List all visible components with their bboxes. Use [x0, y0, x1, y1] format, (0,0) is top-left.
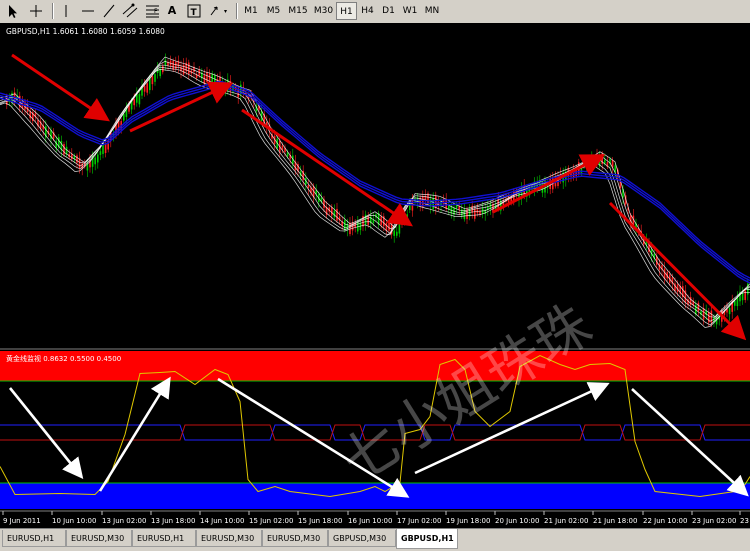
- vertical-line-icon[interactable]: [58, 2, 74, 20]
- arrows-icon[interactable]: [208, 2, 230, 20]
- chart-tab[interactable]: EURUSD,M30: [66, 530, 132, 547]
- chart-tabs-bar: EURUSD,H1 EURUSD,M30 EURUSD,H1 EURUSD,M30 EU…: [0, 528, 750, 551]
- chart-tab[interactable]: EURUSD,M30: [196, 530, 262, 547]
- timeframe-d1[interactable]: D1: [378, 2, 399, 20]
- time-axis-label: 13 Jun 18:00: [151, 517, 195, 525]
- fibonacci-icon[interactable]: F: [144, 2, 162, 20]
- timeframe-mn[interactable]: MN: [421, 2, 443, 20]
- crosshair-icon[interactable]: [28, 2, 44, 20]
- time-axis-label: 21 Jun 18:00: [593, 517, 637, 525]
- time-axis-label: 23 Jun 02:00: [692, 517, 736, 525]
- timeframe-m5[interactable]: M5: [262, 2, 285, 20]
- chart-tab[interactable]: EURUSD,H1: [132, 530, 196, 547]
- svg-text:T: T: [191, 8, 198, 18]
- timeframe-m1[interactable]: M1: [240, 2, 262, 20]
- time-axis-label: 9 Jun 2011: [3, 517, 41, 525]
- time-axis-label: 16 Jun 10:00: [348, 517, 392, 525]
- chart-tab[interactable]: EURUSD,H1: [2, 530, 66, 547]
- chart-tab[interactable]: EURUSD,M30: [262, 530, 328, 547]
- chart-tab-active[interactable]: GBPUSD,H1: [396, 529, 458, 549]
- time-axis-label: 13 Jun 02:00: [102, 517, 146, 525]
- trendline-icon[interactable]: [101, 2, 117, 20]
- price-pane: [0, 53, 750, 350]
- time-axis-label: 21 Jun 02:00: [544, 517, 588, 525]
- time-axis-label: 10 Jun 10:00: [52, 517, 96, 525]
- chart-tab[interactable]: GBPUSD,M30: [328, 530, 396, 547]
- timeframe-m30[interactable]: M30: [311, 2, 336, 20]
- watermark-text: 七小姐珠珠: [331, 292, 603, 496]
- horizontal-line-icon[interactable]: [80, 2, 96, 20]
- cursor-icon[interactable]: [4, 2, 20, 20]
- timeframe-m15[interactable]: M15: [285, 2, 311, 20]
- time-axis: 9 Jun 2011 10 Jun 10:00 13 Jun 02:00 13 Jun…: [0, 510, 750, 525]
- text-label-icon[interactable]: T: [186, 2, 202, 20]
- chart-canvas[interactable]: GBPUSD,H1 1.6061 1.6080 1.6059 1.6080 黄金…: [0, 23, 750, 528]
- timeframe-w1[interactable]: W1: [399, 2, 421, 20]
- time-axis-label: 15 Jun 18:00: [298, 517, 342, 525]
- indicator-info: 黄金线监视 0.8632 0.5500 0.4500: [6, 354, 121, 363]
- time-axis-label: 14 Jun 10:00: [200, 517, 244, 525]
- timeframe-h4[interactable]: H4: [357, 2, 378, 20]
- time-axis-label: 22 Jun 10:00: [643, 517, 687, 525]
- text-icon[interactable]: A: [165, 2, 179, 20]
- time-axis-label: 23 Jun 18:00: [740, 517, 750, 525]
- symbol-info: GBPUSD,H1 1.6061 1.6080 1.6059 1.6080: [6, 27, 165, 36]
- timeframe-h1[interactable]: H1: [336, 2, 357, 20]
- equidistant-channel-icon[interactable]: [121, 2, 139, 20]
- chart-toolbar: F A T M1 M5 M15 M30 H1 H4 D1 W1 MN: [0, 0, 750, 24]
- chart-window[interactable]: GBPUSD,H1 1.6061 1.6080 1.6059 1.6080 黄金…: [0, 23, 750, 528]
- time-axis-label: 17 Jun 02:00: [397, 517, 441, 525]
- time-axis-label: 20 Jun 10:00: [495, 517, 539, 525]
- svg-text:F: F: [154, 8, 158, 15]
- time-axis-label: 19 Jun 18:00: [446, 517, 490, 525]
- time-axis-label: 15 Jun 02:00: [249, 517, 293, 525]
